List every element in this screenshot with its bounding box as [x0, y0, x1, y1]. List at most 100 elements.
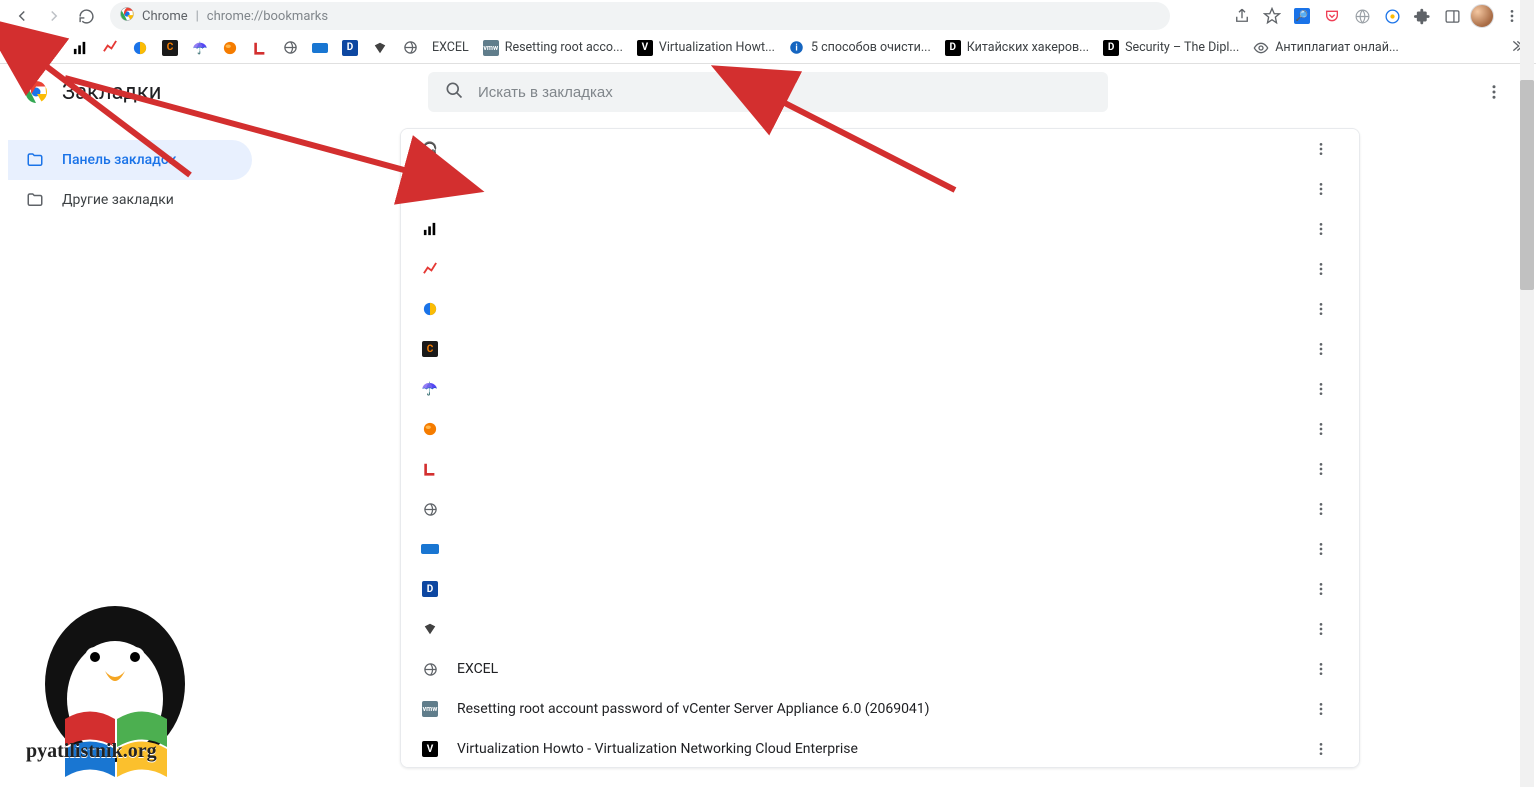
item-menu-button[interactable] — [1303, 451, 1339, 487]
bookmark-item[interactable] — [398, 35, 422, 61]
list-item[interactable]: D — [401, 569, 1359, 609]
favicon-l-icon — [421, 460, 439, 478]
list-item[interactable] — [401, 449, 1359, 489]
bookmark-item[interactable] — [278, 35, 302, 61]
item-menu-button[interactable] — [1303, 171, 1339, 207]
favicon-umbrella-icon: ☂️ — [192, 40, 208, 56]
list-item[interactable]: ☂️ — [401, 369, 1359, 409]
list-item[interactable]: EXCEL — [401, 649, 1359, 689]
list-item[interactable] — [401, 249, 1359, 289]
favicon-globe-icon — [421, 500, 439, 518]
bookmark-item[interactable] — [38, 35, 62, 61]
list-item[interactable] — [401, 289, 1359, 329]
bookmark-item[interactable]: i 5 способов очисти... — [785, 35, 935, 61]
favicon-d-icon: D — [421, 580, 439, 598]
bookmark-item[interactable] — [128, 35, 152, 61]
item-menu-button[interactable] — [1303, 611, 1339, 647]
scrollbar-thumb[interactable] — [1520, 80, 1534, 290]
list-item[interactable] — [401, 489, 1359, 529]
list-item[interactable] — [401, 169, 1359, 209]
browser-toolbar: Chrome | chrome://bookmarks 🔎 — [0, 0, 1536, 32]
list-item[interactable]: VVirtualization Howto - Virtualization N… — [401, 729, 1359, 768]
bookmark-item[interactable] — [248, 35, 272, 61]
bookmark-label: Security – The Dipl... — [1125, 40, 1239, 55]
favicon-ball-icon — [222, 40, 238, 56]
item-menu-button[interactable] — [1303, 411, 1339, 447]
item-menu-button[interactable] — [1303, 291, 1339, 327]
reload-button[interactable] — [72, 2, 100, 30]
favicon-d-icon: D — [342, 40, 358, 56]
favicon-diamond-icon — [421, 620, 439, 638]
bookmark-item[interactable] — [98, 35, 122, 61]
search-box[interactable] — [428, 72, 1108, 112]
star-icon[interactable] — [1260, 4, 1284, 28]
favicon-l-icon — [252, 40, 268, 56]
bookmark-item[interactable]: ☂️ — [188, 35, 212, 61]
bookmark-label: Resetting root acco... — [505, 40, 623, 55]
ext-search-icon[interactable]: 🔎 — [1290, 4, 1314, 28]
sidebar-item-bookmarks-bar[interactable]: Панель закладок — [8, 140, 252, 180]
extensions-icon[interactable] — [1410, 4, 1434, 28]
bookmark-item[interactable]: DSecurity – The Dipl... — [1099, 35, 1243, 61]
address-bar[interactable]: Chrome | chrome://bookmarks — [110, 2, 1170, 30]
item-menu-button[interactable] — [1303, 371, 1339, 407]
favicon-ball-icon — [421, 420, 439, 438]
item-menu-button[interactable] — [1303, 331, 1339, 367]
list-item[interactable] — [401, 609, 1359, 649]
bookmark-item[interactable]: C — [158, 35, 182, 61]
bookmark-item[interactable]: Антиплагиат онлай... — [1249, 35, 1403, 61]
url-path: chrome://bookmarks — [207, 9, 328, 24]
favicon-tag-icon — [312, 40, 328, 56]
list-item[interactable] — [401, 529, 1359, 569]
favicon-eye-icon — [1253, 40, 1269, 56]
item-menu-button[interactable] — [1303, 131, 1339, 167]
forward-button[interactable] — [40, 2, 68, 30]
item-menu-button[interactable] — [1303, 651, 1339, 687]
ext-shield-icon[interactable] — [1380, 4, 1404, 28]
bookmark-item[interactable]: DКитайских хакеров... — [941, 35, 1093, 61]
favicon-c-icon: C — [421, 340, 439, 358]
bookmark-item[interactable]: D — [338, 35, 362, 61]
svg-text:i: i — [796, 44, 798, 54]
ext-globe-icon[interactable] — [1350, 4, 1374, 28]
bookmark-label: EXCEL — [432, 40, 469, 55]
list-item[interactable]: C — [401, 329, 1359, 369]
favicon-d2-icon: D — [945, 40, 961, 56]
bookmark-item[interactable]: VVirtualization Howt... — [633, 35, 779, 61]
item-menu-button[interactable] — [1303, 571, 1339, 607]
item-menu-button[interactable] — [1303, 251, 1339, 287]
share-icon[interactable] — [1230, 4, 1254, 28]
back-button[interactable] — [8, 2, 36, 30]
list-item[interactable]: vmwResetting root account password of vC… — [401, 689, 1359, 729]
item-menu-button[interactable] — [1303, 691, 1339, 727]
ext-pocket-icon[interactable] — [1320, 4, 1344, 28]
chrome-secure-icon — [120, 7, 134, 25]
bookmark-item[interactable] — [218, 35, 242, 61]
list-item[interactable] — [401, 409, 1359, 449]
profile-avatar[interactable] — [1470, 4, 1494, 28]
favicon-trend-icon — [421, 260, 439, 278]
bookmark-item[interactable]: EXCEL — [428, 35, 473, 61]
side-panel-icon[interactable] — [1440, 4, 1464, 28]
bookmark-item[interactable]: vmwResetting root acco... — [479, 35, 627, 61]
bookmark-label: 5 способов очисти... — [811, 40, 931, 55]
item-menu-button[interactable] — [1303, 211, 1339, 247]
item-menu-button[interactable] — [1303, 491, 1339, 527]
watermark-text: pyatilistnik.org — [26, 740, 157, 763]
bookmark-item[interactable]: 🎧 — [8, 35, 32, 61]
sidebar-item-other-bookmarks[interactable]: Другие закладки — [8, 180, 252, 220]
item-menu-button[interactable] — [1303, 531, 1339, 567]
favicon-globe2-icon — [402, 40, 418, 56]
favicon-gear-icon — [42, 40, 58, 56]
list-item[interactable] — [401, 209, 1359, 249]
list-item[interactable]: 🎧 — [401, 129, 1359, 169]
bookmark-item[interactable] — [308, 35, 332, 61]
favicon-circle-icon — [132, 40, 148, 56]
bookmark-item[interactable] — [368, 35, 392, 61]
favicon-info-icon: i — [789, 40, 805, 56]
item-menu-button[interactable] — [1303, 731, 1339, 767]
page-menu-button[interactable] — [1476, 74, 1512, 110]
search-input[interactable] — [478, 84, 1092, 101]
bookmark-item[interactable] — [68, 35, 92, 61]
favicon-bars-icon — [72, 40, 88, 56]
